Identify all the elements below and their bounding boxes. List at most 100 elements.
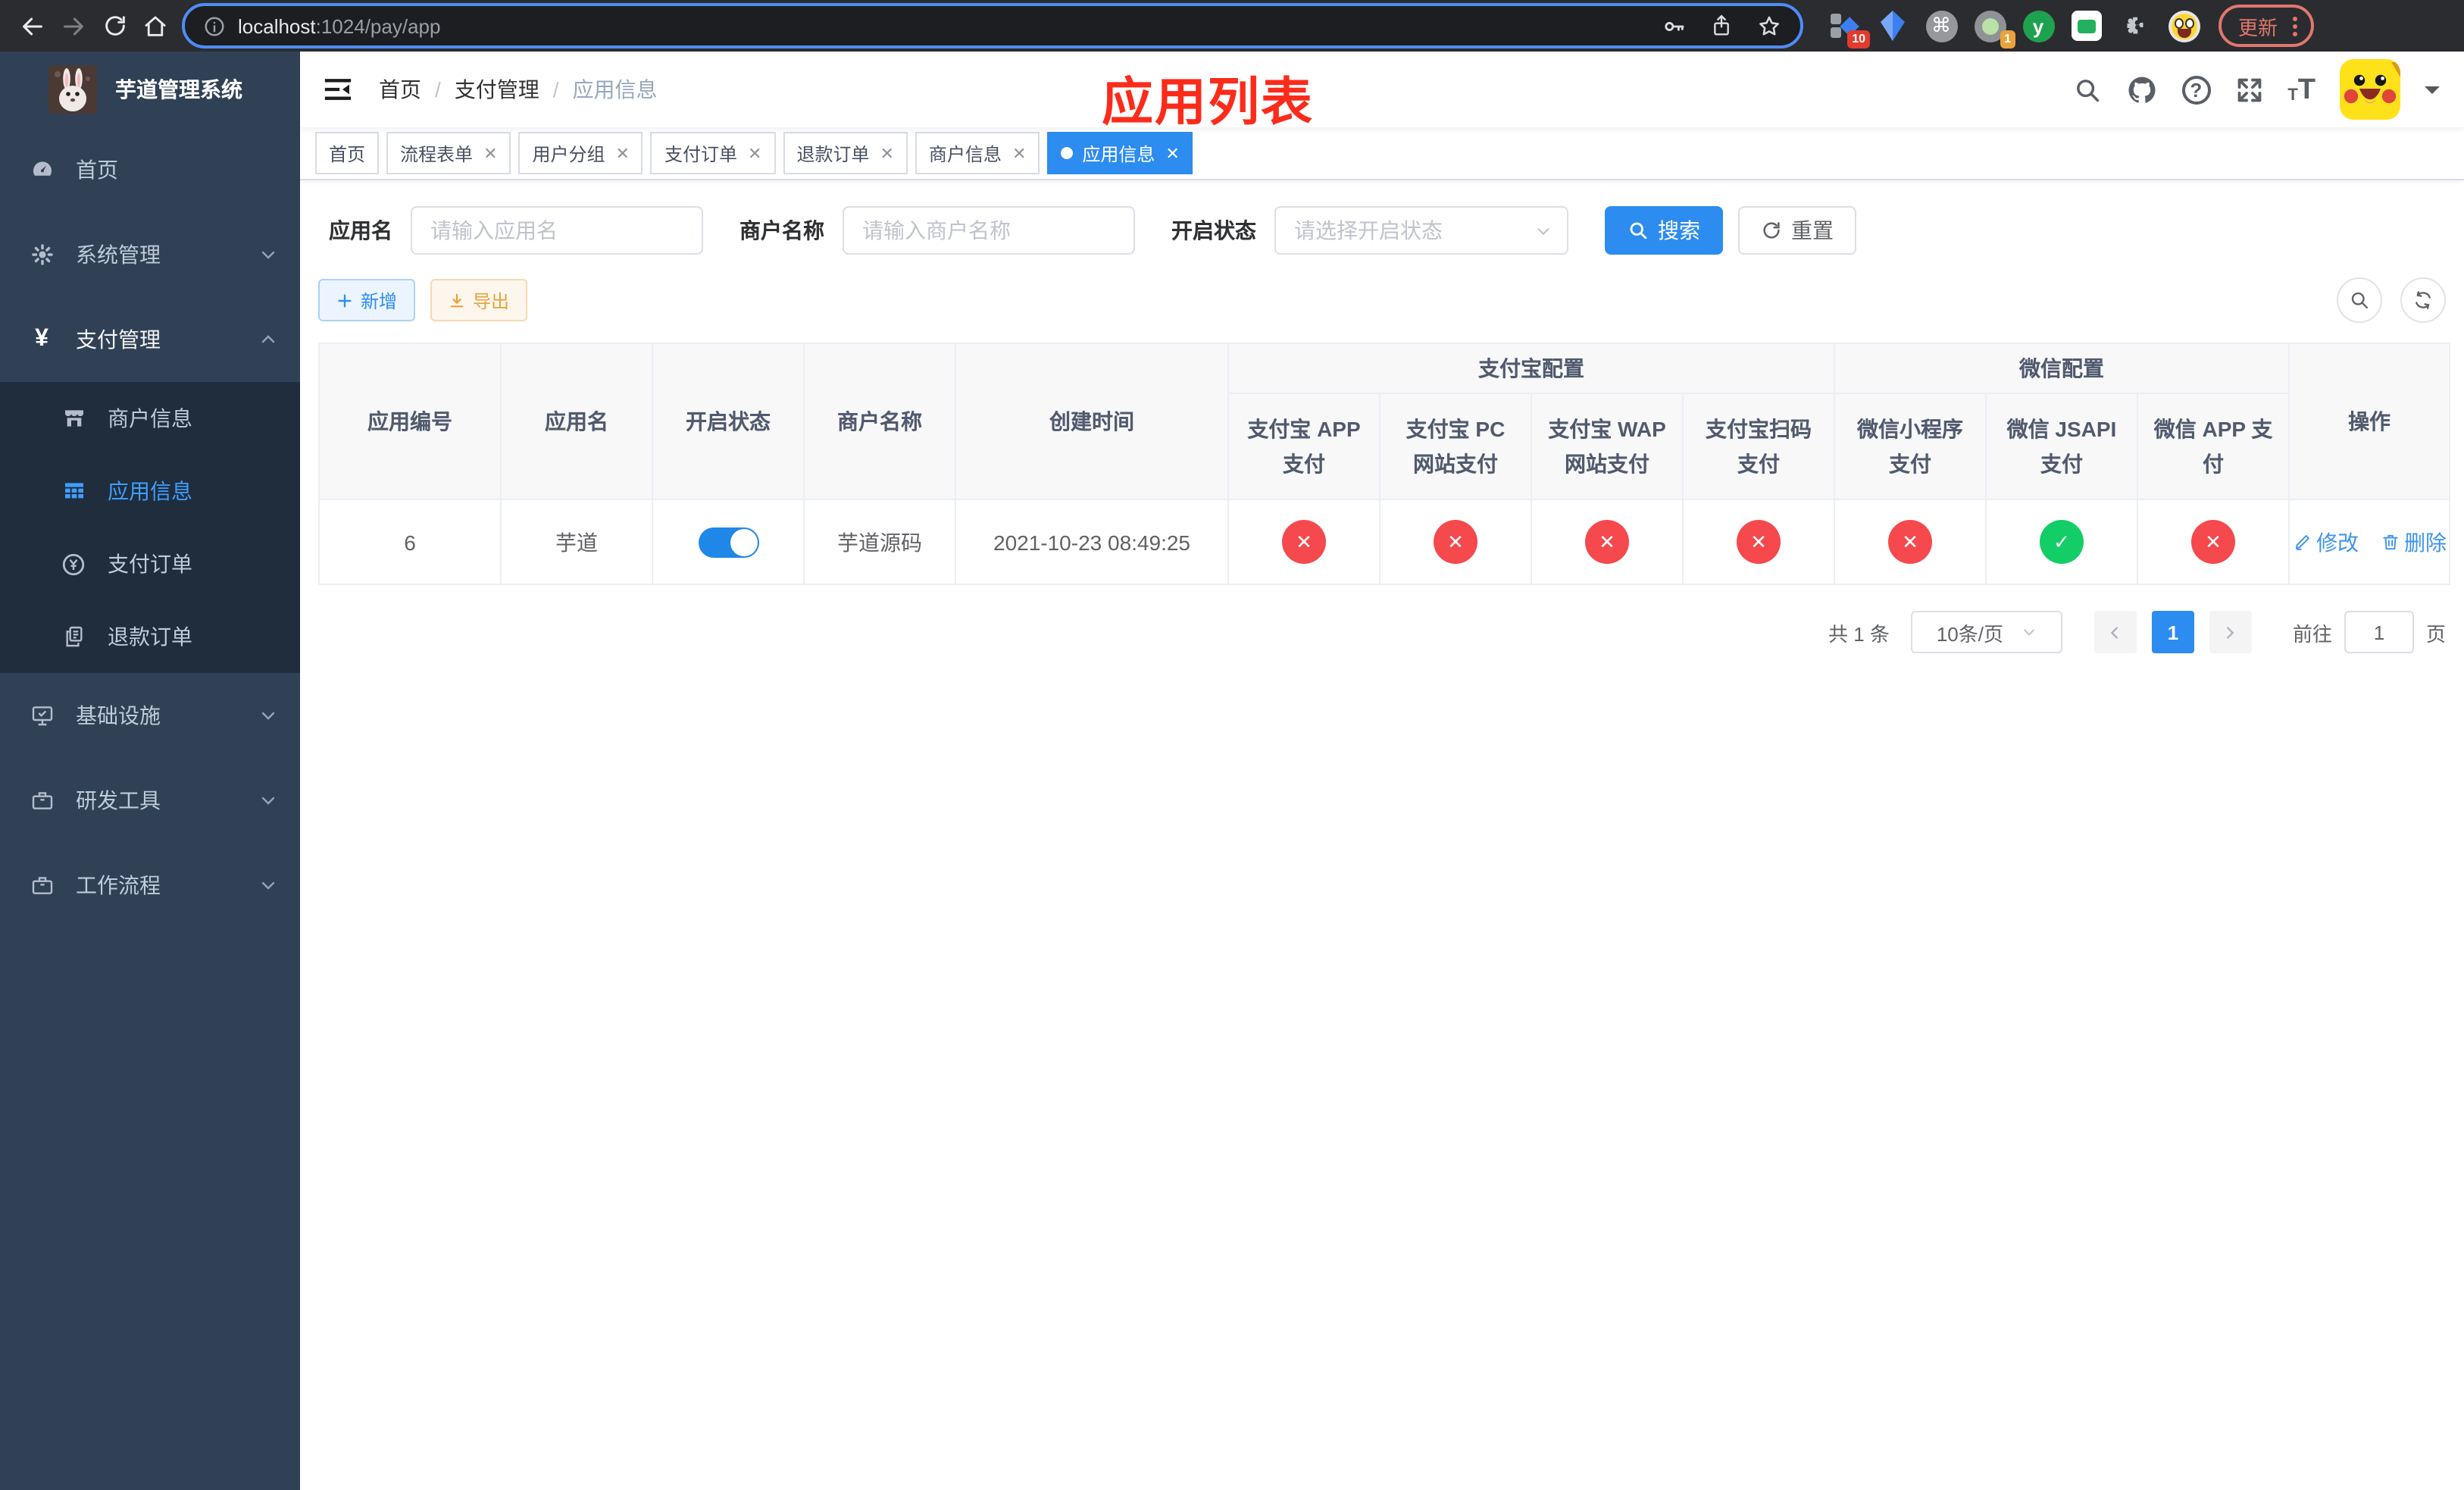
app-name-label: 应用名 xyxy=(329,218,392,243)
browser-toolbar: localhost:1024/pay/app 10 ⌘ 1 y 更新 xyxy=(0,0,2464,52)
browser-reload-button[interactable] xyxy=(94,5,135,46)
chat-extension-icon[interactable] xyxy=(2070,9,2103,42)
gear-icon xyxy=(29,243,55,267)
fullscreen-icon[interactable] xyxy=(2234,75,2263,104)
page-content: 应用名 商户名称 开启状态 请选择开启状态 搜索 xyxy=(300,180,2464,1490)
page-number-1[interactable]: 1 xyxy=(2151,611,2194,653)
proxy-extension-icon[interactable]: 1 xyxy=(1973,9,2015,49)
address-bar[interactable]: localhost:1024/pay/app xyxy=(182,3,1803,49)
tag-merchant-info[interactable]: 商户信息 ✕ xyxy=(915,132,1040,174)
dashboard-icon xyxy=(29,158,55,182)
tag-process-form[interactable]: 流程表单 ✕ xyxy=(386,132,511,174)
tag-pay-orders[interactable]: 支付订单 ✕ xyxy=(650,132,776,174)
sidebar-item-label: 基础设施 xyxy=(76,703,161,728)
apps-table: 应用编号 应用名 开启状态 商户名称 创建时间 支付宝配置 微信配置 操作 支付… xyxy=(318,343,2451,585)
shop-icon xyxy=(61,406,86,430)
font-size-icon[interactable]: TT xyxy=(2287,75,2315,104)
col-wechat-jsapi: 微信 JSAPI 支付 xyxy=(1985,393,2138,500)
close-icon[interactable]: ✕ xyxy=(483,143,497,163)
header-search-icon[interactable] xyxy=(2072,75,2101,104)
search-icon xyxy=(2351,292,2369,309)
close-icon[interactable]: ✕ xyxy=(616,143,630,163)
browser-home-button[interactable] xyxy=(135,5,176,46)
group-wechat-config: 微信配置 xyxy=(1833,343,2290,394)
help-icon[interactable]: ? xyxy=(2181,75,2211,104)
user-avatar[interactable] xyxy=(2340,59,2400,120)
status-wechat-jsapi-icon: ✓ xyxy=(2040,520,2084,564)
tag-refund-orders[interactable]: 退款订单 ✕ xyxy=(783,132,908,174)
sidebar-item-workflow[interactable]: 工作流程 xyxy=(0,843,300,928)
close-icon[interactable]: ✕ xyxy=(880,143,893,163)
edit-link[interactable]: 修改 xyxy=(2292,527,2359,557)
filter-form: 应用名 商户名称 开启状态 请选择开启状态 搜索 xyxy=(329,206,2449,255)
breadcrumb-home[interactable]: 首页 xyxy=(379,74,421,105)
status-alipay-wap-icon: ✕ xyxy=(1585,520,1629,564)
breadcrumb-payment[interactable]: 支付管理 xyxy=(455,74,539,105)
tag-app-info-active[interactable]: 应用信息 ✕ xyxy=(1047,132,1193,174)
sidebar-item-home[interactable]: 首页 xyxy=(0,127,300,212)
search-button[interactable]: 搜索 xyxy=(1605,206,1723,255)
next-page-button[interactable] xyxy=(2209,611,2252,653)
tag-user-group[interactable]: 用户分组 ✕ xyxy=(518,132,643,174)
proxy-badge: 1 xyxy=(2000,30,2015,49)
close-icon[interactable]: ✕ xyxy=(748,143,761,163)
status-select[interactable]: 请选择开启状态 xyxy=(1274,206,1568,255)
sidebar-item-payment[interactable]: ¥ 支付管理 xyxy=(0,297,300,382)
sidebar-collapse-icon[interactable] xyxy=(323,74,353,105)
reset-button[interactable]: 重置 xyxy=(1738,206,1856,255)
plus-icon xyxy=(338,293,352,307)
sidebar-item-merchant-info[interactable]: 商户信息 xyxy=(0,382,300,455)
app-title: 芋道管理系统 xyxy=(115,77,242,102)
col-alipay-app: 支付宝 APP 支付 xyxy=(1227,393,1381,500)
merchant-name-input[interactable] xyxy=(843,206,1135,255)
chevron-down-icon xyxy=(259,246,277,264)
sidebar-item-dev-tools[interactable]: 研发工具 xyxy=(0,758,300,843)
col-app-name: 应用名 xyxy=(500,343,653,500)
site-info-icon[interactable] xyxy=(203,14,226,37)
tag-home[interactable]: 首页 xyxy=(315,132,380,174)
cell-status xyxy=(652,499,805,585)
table-row: 6 芋道 芋道源码 2021-10-23 08:49:25 ✕ ✕ ✕ ✕ ✕ … xyxy=(318,499,2451,585)
status-alipay-app-icon: ✕ xyxy=(1282,520,1326,564)
enabled-toggle[interactable] xyxy=(698,527,758,557)
yen-circle-icon xyxy=(61,551,86,577)
sidebar-item-system[interactable]: 系统管理 xyxy=(0,212,300,297)
add-button[interactable]: 新增 xyxy=(318,279,416,321)
browser-forward-button[interactable] xyxy=(53,5,94,46)
close-icon[interactable]: ✕ xyxy=(1165,143,1179,163)
top-navbar: 首页 / 支付管理 / 应用信息 ? T T xyxy=(300,52,2464,127)
devtools-extension-icon[interactable]: 10 xyxy=(1828,9,1870,49)
app-name-input[interactable] xyxy=(411,206,703,255)
kite-extension-icon[interactable] xyxy=(1876,9,1909,42)
url-host: localhost xyxy=(238,14,316,37)
y-extension-icon[interactable]: y xyxy=(2022,9,2055,42)
emoji-extension-icon[interactable] xyxy=(2167,9,2200,42)
logo-rabbit-image xyxy=(48,65,97,114)
close-icon[interactable]: ✕ xyxy=(1012,143,1026,163)
command-extension-icon[interactable]: ⌘ xyxy=(1925,9,1958,42)
bookmark-star-icon[interactable] xyxy=(1756,13,1782,39)
sidebar-logo[interactable]: 芋道管理系统 xyxy=(0,52,300,127)
goto-page-input[interactable] xyxy=(2344,611,2414,653)
page-size-select[interactable]: 10条/页 xyxy=(1910,611,2062,653)
prev-page-button[interactable] xyxy=(2093,611,2137,653)
delete-link[interactable]: 删除 xyxy=(2380,527,2447,557)
sidebar-item-pay-orders[interactable]: 支付订单 xyxy=(0,527,300,600)
avatar-caret-icon[interactable] xyxy=(2425,86,2440,101)
export-button[interactable]: 导出 xyxy=(430,279,528,321)
trash-icon xyxy=(2382,534,2397,550)
sidebar-item-label: 商户信息 xyxy=(108,406,192,430)
chrome-update-menu-button[interactable]: 更新 xyxy=(2219,5,2315,47)
toggle-search-button[interactable] xyxy=(2337,277,2382,323)
sidebar-item-refund-orders[interactable]: 退款订单 xyxy=(0,600,300,673)
share-icon[interactable] xyxy=(1709,14,1734,38)
password-key-icon[interactable] xyxy=(1661,13,1687,39)
chevron-left-icon xyxy=(2111,626,2118,638)
status-alipay-pc-icon: ✕ xyxy=(1434,520,1477,564)
refresh-table-button[interactable] xyxy=(2400,277,2446,323)
sidebar-item-infrastructure[interactable]: 基础设施 xyxy=(0,673,300,758)
sidebar-item-app-info[interactable]: 应用信息 xyxy=(0,455,300,527)
extensions-puzzle-icon[interactable] xyxy=(2118,9,2152,42)
github-icon[interactable] xyxy=(2125,74,2157,105)
browser-back-button[interactable] xyxy=(12,5,53,46)
